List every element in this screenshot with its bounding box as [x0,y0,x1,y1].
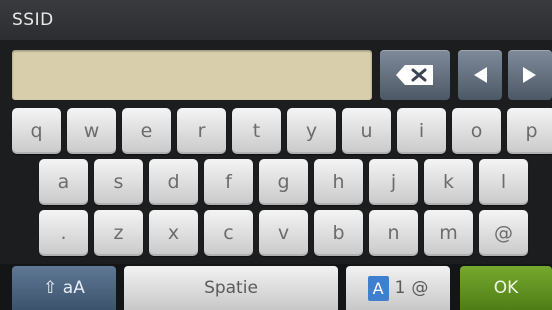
key-u[interactable]: u [342,108,391,154]
cursor-left-button[interactable] [458,50,502,100]
key-k[interactable]: k [424,159,473,205]
key-g[interactable]: g [259,159,308,205]
key-q[interactable]: q [12,108,61,154]
ok-label: OK [493,278,519,298]
cursor-right-button[interactable] [508,50,552,100]
key-s[interactable]: s [94,159,143,205]
key-v[interactable]: v [259,210,308,256]
key-i[interactable]: i [397,108,446,154]
arrow-right-icon [523,67,536,83]
key-o[interactable]: o [452,108,501,154]
space-label: Spatie [204,278,258,298]
key-j[interactable]: j [369,159,418,205]
backspace-icon [396,65,433,85]
key-p[interactable]: p [507,108,552,154]
key-n[interactable]: n [369,210,418,256]
key-l[interactable]: l [479,159,528,205]
key-c[interactable]: c [204,210,253,256]
mode-numeric-indicator: 1 [394,278,406,298]
shift-case-button[interactable]: ⇧ aA [12,266,116,310]
key-h[interactable]: h [314,159,363,205]
key-t[interactable]: t [232,108,281,154]
key-f[interactable]: f [204,159,253,205]
key-at[interactable]: @ [479,210,528,256]
key-d[interactable]: d [149,159,198,205]
mode-symbol-indicator: @ [411,278,429,298]
backspace-button[interactable] [380,50,450,100]
arrow-left-icon [474,67,487,83]
key-y[interactable]: y [287,108,336,154]
key-w[interactable]: w [67,108,116,154]
mode-alpha-indicator: A [367,275,389,301]
key-z[interactable]: z [94,210,143,256]
space-button[interactable]: Spatie [124,266,338,310]
key-period[interactable]: . [39,210,88,256]
key-m[interactable]: m [424,210,473,256]
ok-button[interactable]: OK [460,266,552,310]
key-x[interactable]: x [149,210,198,256]
page-title: SSID [12,10,54,30]
input-mode-button[interactable]: A 1 @ [346,266,450,310]
shift-label: ⇧ aA [43,278,85,298]
title-bar: SSID [0,0,552,40]
key-a[interactable]: a [39,159,88,205]
key-r[interactable]: r [177,108,226,154]
key-e[interactable]: e [122,108,171,154]
key-b[interactable]: b [314,210,363,256]
ssid-input[interactable] [12,50,372,100]
